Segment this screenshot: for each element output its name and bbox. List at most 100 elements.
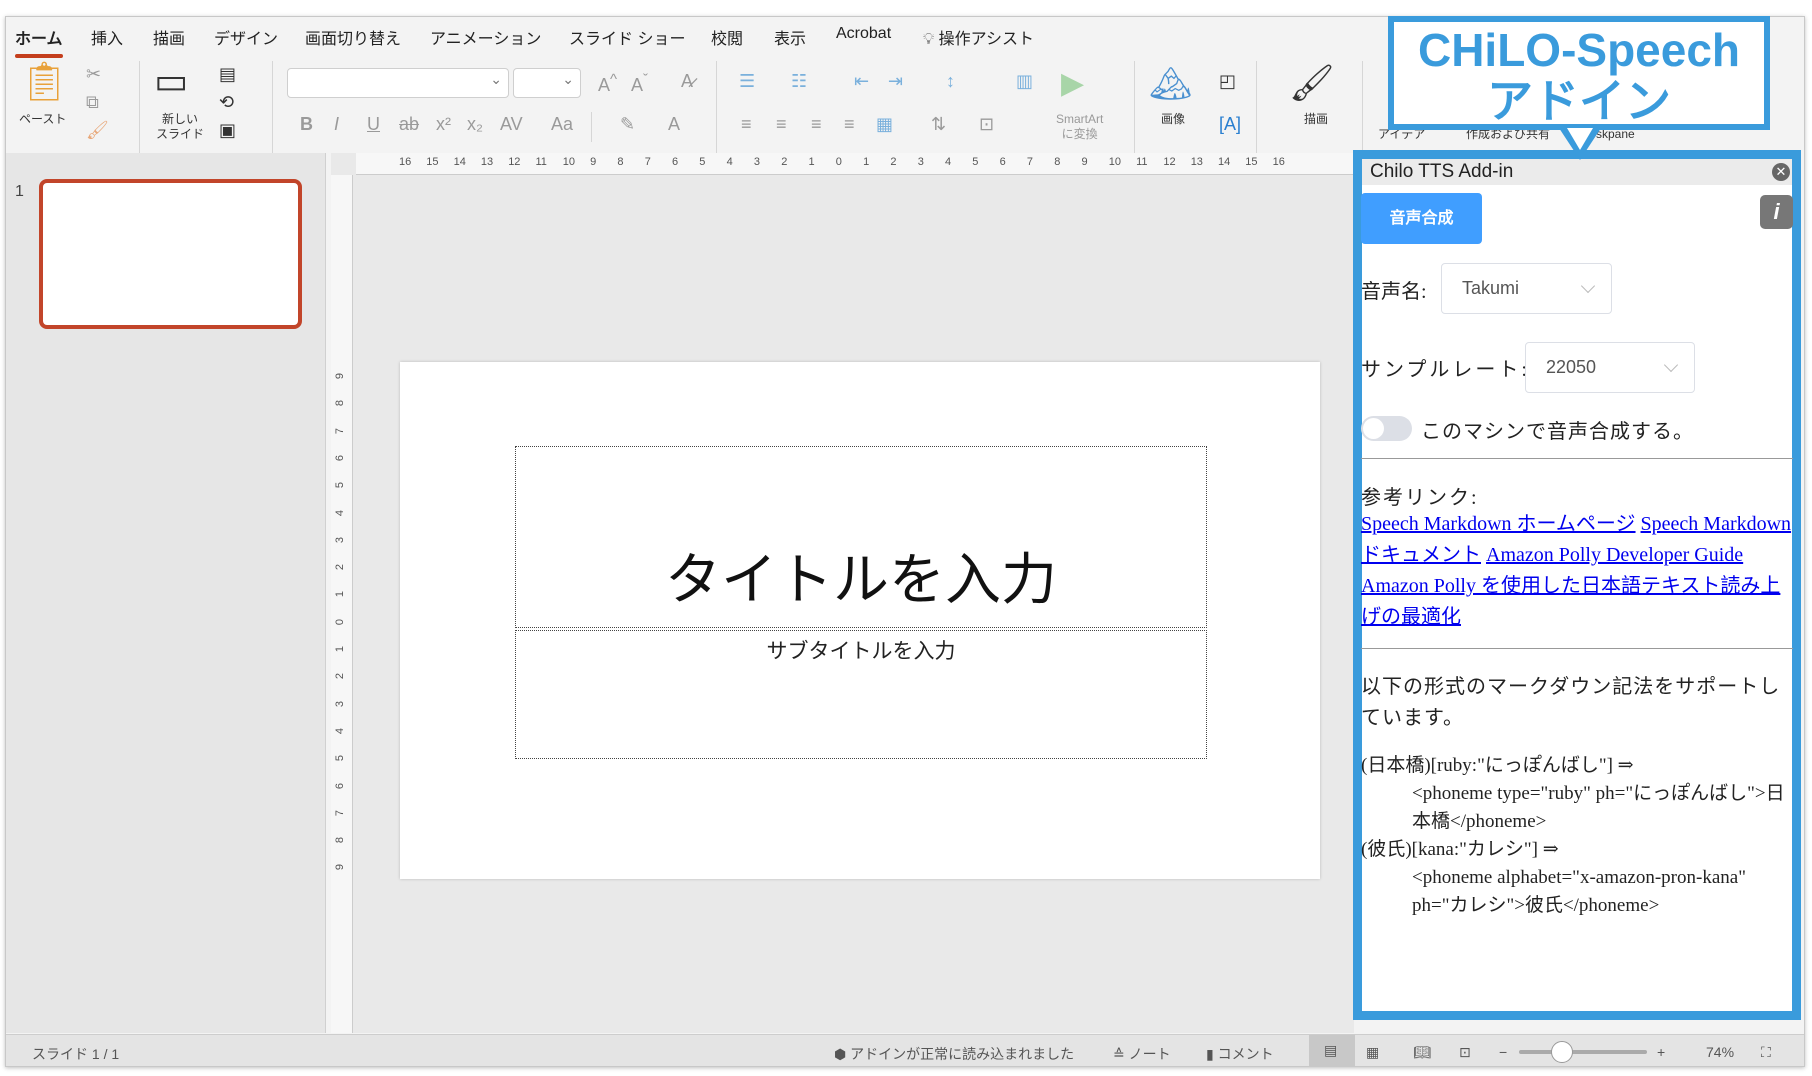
increase-indent-icon[interactable]: ⇥ (888, 72, 903, 90)
align-center-icon[interactable]: ≡ (776, 115, 787, 133)
zoom-in-button[interactable]: + (1657, 1044, 1665, 1060)
ruler-label: 3 (334, 536, 347, 543)
slides-panel: 1 (6, 153, 326, 1033)
reading-view-icon[interactable]: 📖︎ (1413, 1044, 1431, 1061)
link-polly-japanese[interactable]: Amazon Polly を使用した日本語テキスト読み上げの最適化 (1361, 575, 1780, 628)
grow-font-icon[interactable]: A^ (598, 72, 617, 94)
image-icon[interactable]: 🏔︎ (1149, 67, 1192, 101)
tab-animations[interactable]: アニメーション (430, 25, 541, 49)
sorter-view-icon[interactable]: ▦ (1366, 1044, 1379, 1061)
reset-icon[interactable]: ⟲ (219, 93, 234, 111)
draw-icon[interactable]: 🖌︎ (1289, 65, 1335, 101)
addin-task-pane: Chilo TTS Add-in ✕ 音声合成 i 音声名: Takumi サン… (1353, 150, 1801, 1020)
format-painter-icon[interactable]: 🖌︎ (86, 121, 109, 139)
addin-callout: CHiLO-Speech アドイン (1388, 16, 1770, 130)
tab-draw[interactable]: 描画 (153, 25, 185, 49)
tab-insert[interactable]: 挿入 (91, 25, 123, 49)
slide-count: スライド 1 / 1 (32, 1046, 120, 1062)
align-right-icon[interactable]: ≡ (811, 115, 822, 133)
subscript-icon[interactable]: x₂ (467, 115, 483, 133)
ruler-label: 0 (835, 156, 842, 168)
change-case-icon[interactable]: Aa (551, 115, 573, 133)
slide-thumbnail[interactable] (39, 179, 302, 329)
zoom-out-button[interactable]: − (1499, 1044, 1507, 1060)
ruler-label: 4 (726, 156, 733, 168)
smartart-icon[interactable]: ▶ (1061, 69, 1084, 99)
close-icon[interactable]: ✕ (1772, 163, 1790, 181)
tab-review[interactable]: 校閲 (711, 25, 743, 49)
font-color-icon[interactable]: A (668, 115, 680, 133)
clear-format-icon[interactable]: A̷ (681, 72, 693, 90)
textbox-icon[interactable]: [A] (1219, 115, 1241, 133)
cut-icon[interactable]: ✂ (86, 65, 101, 83)
example-output: <phoneme alphabet="x-amazon-pron-kana" p… (1412, 867, 1746, 916)
numbering-icon[interactable]: ☷ (791, 72, 807, 90)
subtitle-placeholder[interactable]: サブタイトルを入力 (515, 630, 1207, 759)
notes-button[interactable]: ≙ ノート (1113, 1044, 1171, 1064)
distributed-icon[interactable]: ▦ (876, 115, 893, 133)
text-direction-icon[interactable]: ⇅ (931, 115, 946, 133)
ruler-label: 1 (334, 645, 347, 653)
ruler-label: 2 (334, 673, 347, 680)
smartart-label: SmartArt に変換 (1056, 112, 1104, 141)
bold-icon[interactable]: B (300, 115, 313, 133)
char-spacing-icon[interactable]: AV (500, 115, 523, 133)
section-icon[interactable]: ▣ (219, 121, 236, 139)
slide-canvas[interactable]: タイトルを入力 サブタイトルを入力 (400, 362, 1320, 879)
sample-rate-select[interactable]: 22050 (1525, 342, 1695, 393)
tell-me-label: 操作アシスト (938, 31, 1035, 48)
ruler-label: 4 (945, 156, 952, 168)
underline-icon[interactable]: U (367, 115, 380, 133)
reference-links: Speech Markdown ホームページ Speech Markdown ド… (1361, 509, 1793, 633)
superscript-icon[interactable]: x² (436, 115, 451, 133)
ruler-label: 2 (781, 156, 788, 168)
synthesize-button[interactable]: 音声合成 (1361, 193, 1482, 244)
decrease-indent-icon[interactable]: ⇤ (854, 72, 869, 90)
normal-view-button[interactable]: ▤ (1309, 1035, 1355, 1066)
link-speech-markdown-home[interactable]: Speech Markdown ホームページ (1361, 513, 1636, 535)
ruler-label: 16 (1272, 156, 1285, 168)
justify-icon[interactable]: ≡ (844, 115, 855, 133)
comments-button[interactable]: ▮ コメント (1206, 1044, 1274, 1064)
title-placeholder[interactable]: タイトルを入力 (515, 446, 1207, 628)
tab-view[interactable]: 表示 (774, 25, 806, 49)
shrink-font-icon[interactable]: Aˇ (631, 72, 648, 94)
bullets-icon[interactable]: ☰ (739, 72, 755, 90)
font-size-combo[interactable] (513, 68, 581, 98)
example-output: <phoneme type="ruby" ph="にっぽんばし">日本橋</ph… (1412, 783, 1785, 832)
tab-design[interactable]: デザイン (214, 25, 278, 49)
layout-icon[interactable]: ▤ (219, 65, 236, 83)
link-polly-dev-guide[interactable]: Amazon Polly Developer Guide (1486, 544, 1743, 566)
tab-transitions[interactable]: 画面切り替え (305, 25, 401, 49)
addin-status[interactable]: ⬢ アドインが正常に読み込まれました (834, 1044, 1074, 1064)
align-left-icon[interactable]: ≡ (741, 115, 752, 133)
ruler-label: 14 (1218, 156, 1231, 168)
tab-acrobat[interactable]: Acrobat (836, 25, 891, 43)
copy-icon[interactable]: ⧉ (86, 93, 99, 111)
highlighter-icon[interactable]: ✎ (620, 115, 635, 133)
zoom-level[interactable]: 74% (1706, 1044, 1734, 1060)
local-synthesis-toggle[interactable] (1361, 416, 1412, 441)
shapes-icon[interactable]: ◰ (1219, 72, 1236, 90)
links-heading: 参考リンク: (1361, 487, 1479, 509)
zoom-slider-thumb[interactable] (1551, 1041, 1574, 1063)
italic-icon[interactable]: I (334, 115, 339, 133)
columns-icon[interactable]: ▥ (1016, 72, 1033, 90)
ruler-label: 7 (644, 156, 651, 168)
strikethrough-icon[interactable]: ab (399, 115, 419, 133)
ruler-label: 12 (508, 156, 521, 168)
zoom-slider[interactable] (1519, 1041, 1647, 1063)
align-text-icon[interactable]: ⊡ (979, 115, 994, 133)
paste-icon[interactable]: 📋︎ (20, 63, 68, 101)
tab-slideshow[interactable]: スライド ショー (569, 25, 685, 49)
font-name-combo[interactable] (287, 68, 509, 98)
ruler-label: 11 (1136, 156, 1148, 168)
new-slide-icon[interactable]: ▭ (154, 63, 188, 99)
line-spacing-icon[interactable]: ↕ (946, 72, 955, 90)
tab-home[interactable]: ホーム (15, 25, 63, 58)
tab-tell-me[interactable]: 💡︎ 操作アシスト (923, 25, 1034, 49)
info-button[interactable]: i (1760, 195, 1793, 229)
voice-select[interactable]: Takumi (1441, 263, 1612, 314)
slideshow-view-icon[interactable]: ⊡ (1459, 1044, 1471, 1061)
fit-to-window-icon[interactable]: ⛶ (1761, 1044, 1771, 1061)
